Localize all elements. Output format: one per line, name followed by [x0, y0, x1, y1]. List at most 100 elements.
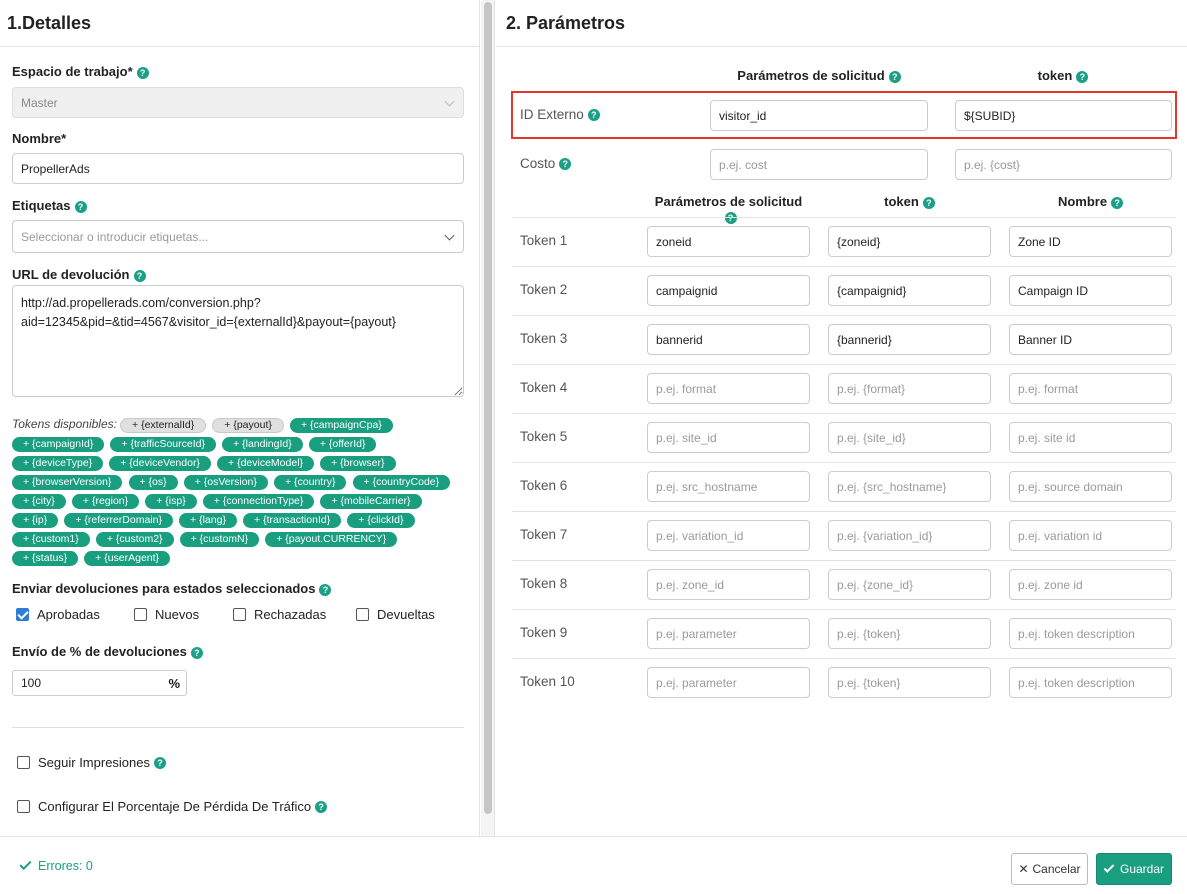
cost-token-input[interactable]: p.ej. {cost} — [955, 149, 1172, 180]
status-new-checkbox[interactable]: Nuevos — [134, 607, 199, 622]
token-pill[interactable]: + {lang} — [179, 513, 237, 528]
token-pill[interactable]: + {isp} — [145, 494, 197, 509]
token-pill[interactable]: + {transactionId} — [243, 513, 342, 528]
token-name-input[interactable]: Banner ID — [1009, 324, 1172, 355]
checkbox-unchecked[interactable] — [233, 608, 246, 621]
token-param-input[interactable]: p.ej. src_hostname — [647, 471, 810, 502]
token-param-input[interactable]: campaignid — [647, 275, 810, 306]
token-param-input[interactable]: p.ej. format — [647, 373, 810, 404]
scrollbar[interactable] — [481, 0, 495, 836]
token-name-input[interactable]: p.ej. variation id — [1009, 520, 1172, 551]
traffic-loss-checkbox[interactable]: Configurar El Porcentaje De Pérdida De T… — [17, 799, 328, 814]
token-param-input[interactable]: p.ej. zone_id — [647, 569, 810, 600]
help-icon[interactable]: ? — [315, 800, 328, 813]
external-id-token-input[interactable]: ${SUBID} — [955, 100, 1172, 131]
workspace-select[interactable]: Master — [12, 87, 464, 118]
cost-param-input[interactable]: p.ej. cost — [710, 149, 928, 180]
external-id-param-input[interactable]: visitor_id — [710, 100, 928, 131]
token-value-input[interactable]: p.ej. {zone_id} — [828, 569, 991, 600]
token-value-input[interactable]: p.ej. {variation_id} — [828, 520, 991, 551]
help-icon[interactable]: ? — [190, 646, 203, 659]
token-pill[interactable]: + {customN} — [179, 532, 260, 547]
token-pill[interactable]: + {region} — [71, 494, 140, 509]
cancel-button[interactable]: ✕ Cancelar — [1011, 853, 1088, 885]
token-name-input[interactable]: Zone ID — [1009, 226, 1172, 257]
token-param-input[interactable]: p.ej. site_id — [647, 422, 810, 453]
token-pill[interactable]: + {os} — [128, 475, 178, 490]
token-value-input[interactable]: p.ej. {token} — [828, 618, 991, 649]
token-pill[interactable]: + {countryCode} — [352, 475, 451, 490]
token-name-input[interactable]: p.ej. token description — [1009, 618, 1172, 649]
token-pill[interactable]: + {city} — [12, 494, 66, 509]
help-icon[interactable]: ? — [133, 269, 146, 282]
token-pill[interactable]: + {status} — [12, 551, 79, 566]
name-input[interactable]: PropellerAds — [12, 153, 464, 184]
token-name-input[interactable]: p.ej. source domain — [1009, 471, 1172, 502]
token-name-input[interactable]: p.ej. site id — [1009, 422, 1172, 453]
status-approved-checkbox[interactable]: Aprobadas — [16, 607, 100, 622]
token-value-input[interactable]: p.ej. {format} — [828, 373, 991, 404]
checkbox-checked[interactable] — [16, 608, 29, 621]
token-param-input[interactable]: p.ej. parameter — [647, 618, 810, 649]
token-name-input[interactable]: p.ej. zone id — [1009, 569, 1172, 600]
help-icon[interactable]: ? — [888, 70, 901, 83]
token-param-input[interactable]: p.ej. variation_id — [647, 520, 810, 551]
token-pill[interactable]: + {referrerDomain} — [64, 513, 173, 528]
token-pill[interactable]: + {campaignCpa} — [289, 418, 393, 433]
token-pill[interactable]: + {deviceVendor} — [109, 456, 211, 471]
checkbox-unchecked[interactable] — [17, 800, 30, 813]
token-pill[interactable]: + {externalId} — [120, 418, 207, 433]
token-pill[interactable]: + {payout.CURRENCY} — [265, 532, 398, 547]
help-icon[interactable]: ? — [587, 109, 600, 122]
token-pill[interactable]: + {deviceModel} — [217, 456, 315, 471]
token-pill[interactable]: + {osVersion} — [183, 475, 268, 490]
token-pill[interactable]: + {campaignId} — [12, 437, 105, 452]
token-pill[interactable]: + {userAgent} — [84, 551, 171, 566]
token-pill[interactable]: + {connectionType} — [202, 494, 315, 509]
help-icon[interactable]: ? — [154, 756, 166, 769]
token-pill[interactable]: + {browser} — [320, 456, 396, 471]
checkbox-unchecked[interactable] — [17, 756, 30, 769]
help-icon[interactable]: ? — [136, 66, 149, 79]
token-value-input[interactable]: p.ej. {token} — [828, 667, 991, 698]
help-icon[interactable]: ? — [1076, 70, 1089, 83]
percent-input[interactable]: 100% — [12, 670, 187, 696]
token-pill[interactable]: + {landingId} — [222, 437, 303, 452]
help-icon[interactable]: ? — [74, 200, 87, 213]
token-pill[interactable]: + {custom1} — [12, 532, 90, 547]
help-icon[interactable]: ? — [1111, 196, 1124, 209]
token-pill[interactable]: + {offerId} — [308, 437, 377, 452]
token-pill[interactable]: + {clickId} — [347, 513, 415, 528]
token-param-input[interactable]: p.ej. parameter — [647, 667, 810, 698]
token-pill[interactable]: + {trafficSourceId} — [110, 437, 216, 452]
token-param-input[interactable]: zoneid — [647, 226, 810, 257]
token-value-input[interactable]: {bannerid} — [828, 324, 991, 355]
postback-url-textarea[interactable] — [12, 285, 464, 397]
token-value-input[interactable]: p.ej. {site_id} — [828, 422, 991, 453]
token-pill[interactable]: + {country} — [273, 475, 347, 490]
token-value-input[interactable]: p.ej. {src_hostname} — [828, 471, 991, 502]
track-impressions-checkbox[interactable]: Seguir Impresiones? — [17, 755, 166, 770]
status-refunded-checkbox[interactable]: Devueltas — [356, 607, 435, 622]
checkbox-unchecked[interactable] — [134, 608, 147, 621]
checkbox-unchecked[interactable] — [356, 608, 369, 621]
token-pill[interactable]: + {payout} — [212, 418, 284, 433]
token-value-input[interactable]: {zoneid} — [828, 226, 991, 257]
token-name-input[interactable]: Campaign ID — [1009, 275, 1172, 306]
help-icon[interactable]: ? — [319, 583, 332, 596]
token-param-input[interactable]: bannerid — [647, 324, 810, 355]
token-name-input[interactable]: p.ej. format — [1009, 373, 1172, 404]
save-button[interactable]: Guardar — [1096, 853, 1172, 885]
token-pill[interactable]: + {mobileCarrier} — [320, 494, 422, 509]
token-pill[interactable]: + {ip} — [12, 513, 59, 528]
token-value-input[interactable]: {campaignid} — [828, 275, 991, 306]
help-icon[interactable]: ? — [559, 158, 572, 171]
tags-select[interactable]: Seleccionar o introducir etiquetas... — [12, 220, 464, 253]
scrollbar-thumb[interactable] — [484, 2, 492, 814]
status-rejected-checkbox[interactable]: Rechazadas — [233, 607, 326, 622]
token-name-input[interactable]: p.ej. token description — [1009, 667, 1172, 698]
token-pill[interactable]: + {custom2} — [95, 532, 174, 547]
token-pill[interactable]: + {browserVersion} — [12, 475, 123, 490]
help-icon[interactable]: ? — [922, 196, 935, 209]
token-pill[interactable]: + {deviceType} — [12, 456, 104, 471]
